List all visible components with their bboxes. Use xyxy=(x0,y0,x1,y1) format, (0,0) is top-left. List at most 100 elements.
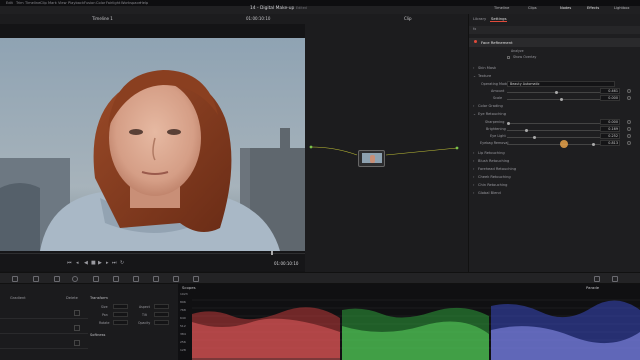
loop-icon[interactable]: ↻ xyxy=(120,260,124,266)
amount-slider-knob[interactable] xyxy=(555,91,559,94)
info-icon[interactable] xyxy=(612,276,618,282)
section-forehead-retouching[interactable]: Forehead Retouching xyxy=(478,167,516,171)
viewer-timecode: 01:00:10:10 xyxy=(246,16,271,21)
opacity-field[interactable] xyxy=(154,320,169,325)
section-texture[interactable]: Texture xyxy=(478,74,491,78)
window-palette: Gradient Delete Transform Softness Size … xyxy=(0,284,178,360)
section-global-blend[interactable]: Global Blend xyxy=(478,191,501,195)
scope-mode-select[interactable]: Parade xyxy=(586,285,599,290)
playhead[interactable] xyxy=(271,251,273,255)
show-overlay-checkbox[interactable] xyxy=(507,56,510,59)
clip-selector[interactable]: Clip xyxy=(404,16,412,21)
delete-button[interactable]: Delete xyxy=(66,296,78,300)
chevron-right-icon: › xyxy=(473,183,475,187)
rotate-field[interactable] xyxy=(113,320,128,325)
eye-light-slider-knob[interactable] xyxy=(533,136,537,139)
tracker-icon[interactable] xyxy=(93,276,99,282)
scopes-icon[interactable] xyxy=(594,276,600,282)
eyebag-removal-slider-knob[interactable] xyxy=(592,143,596,146)
chevron-right-icon: › xyxy=(473,159,475,163)
amount-reset-icon[interactable] xyxy=(627,89,631,93)
eye-light-reset-icon[interactable] xyxy=(627,134,631,138)
mouse-cursor-highlight xyxy=(560,140,568,148)
section-chin-retouching[interactable]: Chin Retouching xyxy=(478,183,507,187)
amount-slider[interactable] xyxy=(507,91,615,94)
pan-field[interactable] xyxy=(113,312,128,317)
color-warper-icon[interactable] xyxy=(33,276,39,282)
magic-mask-icon[interactable] xyxy=(113,276,119,282)
brightening-reset-icon[interactable] xyxy=(627,127,631,131)
transform-label: Transform xyxy=(90,296,108,300)
3d-icon[interactable] xyxy=(193,276,199,282)
scale-slider-knob[interactable] xyxy=(560,98,563,101)
node-01[interactable] xyxy=(358,150,385,167)
section-cheek-retouching[interactable]: Cheek Retouching xyxy=(478,175,511,179)
step-back-icon[interactable]: ◂ xyxy=(76,260,79,266)
go-start-icon[interactable]: ⏮ xyxy=(67,260,72,266)
size-field[interactable] xyxy=(113,304,128,309)
sharpening-slider-knob[interactable] xyxy=(507,122,510,125)
gradient-label: Gradient xyxy=(10,296,26,300)
aspect-label: Aspect xyxy=(139,305,150,309)
scopes-panel: Scopes Parade 1023 896 768 640 512 384 2… xyxy=(178,284,640,360)
chevron-right-icon: › xyxy=(473,104,475,108)
eye-light-slider[interactable] xyxy=(507,136,615,139)
scale-slider[interactable] xyxy=(507,98,615,101)
eyebag-removal-reset-icon[interactable] xyxy=(627,141,631,145)
scale-reset-icon[interactable] xyxy=(627,96,631,100)
stop-icon[interactable]: ■ xyxy=(91,260,96,266)
section-skin-mask[interactable]: Skin Mask xyxy=(478,66,496,70)
blur-icon[interactable] xyxy=(133,276,139,282)
fx-header-bar: fx xyxy=(469,26,640,34)
fx-chain-label: fx xyxy=(473,27,477,31)
brightening-slider[interactable] xyxy=(507,129,615,132)
sharpening-slider[interactable] xyxy=(507,122,615,125)
window-shape-icon[interactable] xyxy=(74,310,80,316)
key-icon[interactable] xyxy=(153,276,159,282)
face-refinement-header[interactable]: Face Refinement xyxy=(469,38,640,47)
fx-enable-icon[interactable] xyxy=(474,40,477,43)
transport-bar: ⏮ ◂ ◀ ■ ▶ ▸ ⏭ ↻ 01:00:10:10 xyxy=(0,251,305,271)
viewer-header: Timeline 1 01:00:10:10 xyxy=(0,14,305,24)
section-eye-retouching[interactable]: Eye Retouching xyxy=(478,112,506,116)
scope-tick: 640 xyxy=(180,316,186,320)
tilt-field[interactable] xyxy=(154,312,169,317)
eye-light-value[interactable]: 0.252 xyxy=(600,133,620,139)
chevron-right-icon: › xyxy=(473,191,475,195)
aspect-field[interactable] xyxy=(154,304,169,309)
chevron-right-icon: › xyxy=(473,66,475,70)
effects-settings-panel: Library Settings fx Face Refinement Anal… xyxy=(468,14,640,272)
section-lip-retouching[interactable]: Lip Retouching xyxy=(478,151,505,155)
play-icon[interactable]: ▶ xyxy=(98,260,102,266)
qualifier-icon[interactable] xyxy=(54,276,60,282)
scope-tick: 128 xyxy=(180,348,186,352)
show-overlay-label: Show Overlay xyxy=(513,55,537,59)
scale-value[interactable]: 0.000 xyxy=(600,95,620,101)
brightening-slider-knob[interactable] xyxy=(524,129,528,132)
play-reverse-icon[interactable]: ◀ xyxy=(84,260,88,266)
amount-label: Amount xyxy=(491,89,505,93)
window-icon[interactable] xyxy=(72,276,78,282)
sizing-icon[interactable] xyxy=(173,276,179,282)
window-shape-icon[interactable] xyxy=(74,325,80,331)
operating-mode-select[interactable]: Beauty Automatic xyxy=(507,81,615,87)
eyebag-removal-value[interactable]: 0.813 xyxy=(600,140,620,146)
curves-icon[interactable] xyxy=(12,276,18,282)
analyze-button[interactable]: Analyze xyxy=(511,49,524,53)
node-editor xyxy=(305,24,468,272)
timeline-selector[interactable]: Timeline 1 xyxy=(92,16,113,21)
window-shape-icon[interactable] xyxy=(74,340,80,346)
scopes-title: Scopes xyxy=(182,285,196,290)
section-color-grading[interactable]: Color Grading xyxy=(478,104,503,108)
tab-library[interactable]: Library xyxy=(473,16,486,21)
section-blush-retouching[interactable]: Blush Retouching xyxy=(478,159,509,163)
amount-value[interactable]: 0.461 xyxy=(600,88,620,94)
step-forward-icon[interactable]: ▸ xyxy=(106,260,109,266)
color-tools-strip xyxy=(0,272,640,284)
go-end-icon[interactable]: ⏭ xyxy=(112,260,117,266)
sharpening-reset-icon[interactable] xyxy=(627,120,631,124)
sharpening-value[interactable]: 0.000 xyxy=(600,119,620,125)
brightening-value[interactable]: 0.169 xyxy=(600,126,620,132)
parade-traces xyxy=(192,299,640,360)
tilt-label: Tilt xyxy=(142,313,147,317)
